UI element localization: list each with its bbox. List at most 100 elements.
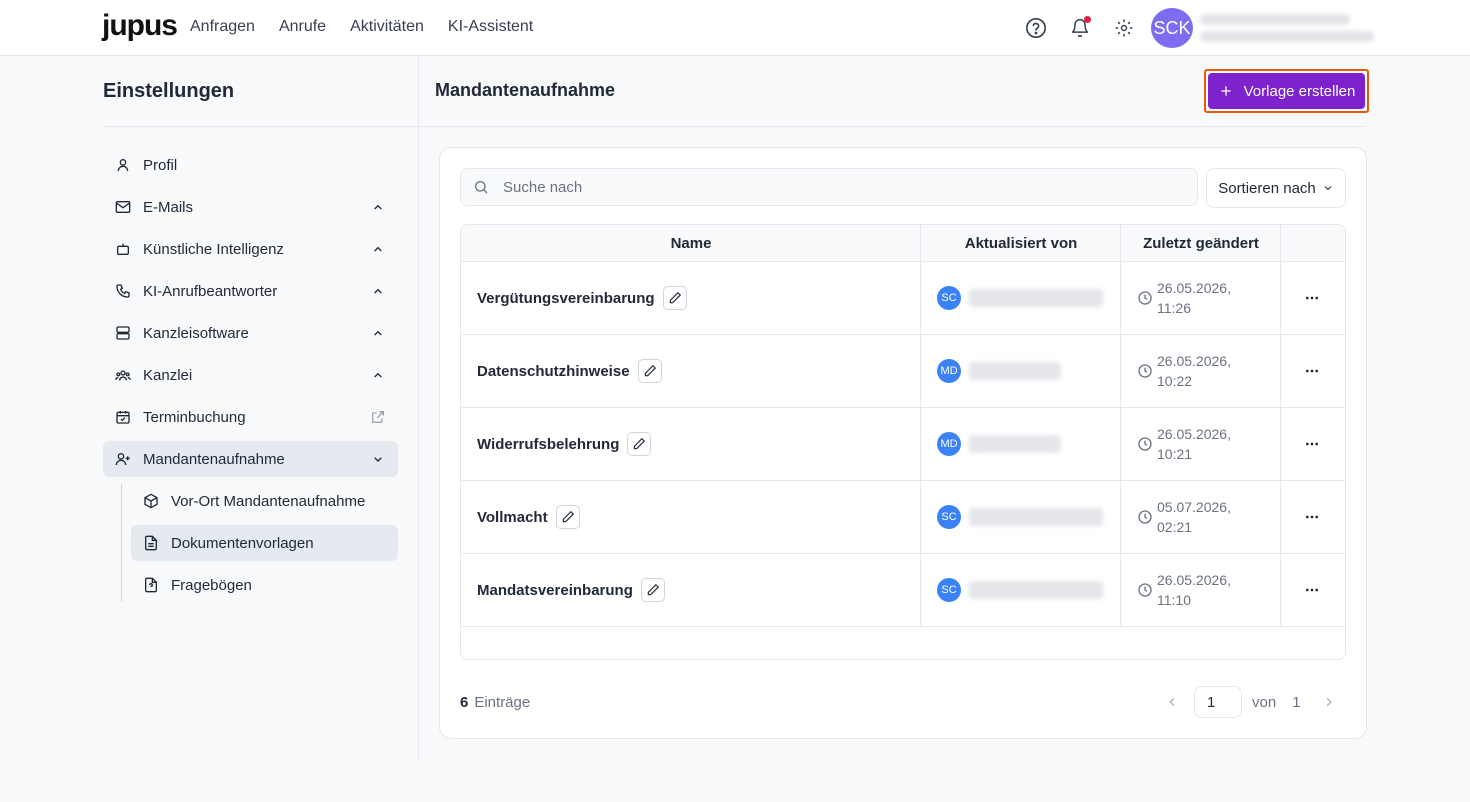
table-row[interactable]: Mandatsvereinbarung SC 26.05.2026, 11:10 — [461, 554, 1345, 627]
table-row[interactable]: Vergütungsvereinbarung SC 26.05.2026, 11:… — [461, 262, 1345, 335]
templates-card: Sortieren nach Name Aktualisiert von Zul… — [439, 147, 1367, 739]
pencil-icon — [634, 437, 646, 450]
sidebar-item-label: KI-Anrufbeantworter — [143, 282, 278, 300]
bot-icon — [115, 241, 131, 257]
user-info-redacted[interactable] — [1200, 14, 1374, 44]
sidebar-subitem-dokumentenvorlagen[interactable]: Dokumentenvorlagen — [131, 525, 398, 561]
sidebar-item-profil[interactable]: Profil — [103, 147, 398, 183]
help-icon[interactable] — [1024, 16, 1048, 40]
search-field[interactable] — [460, 168, 1198, 206]
sidebar-item-label: Terminbuchung — [143, 408, 246, 426]
more-actions-button[interactable] — [1297, 286, 1327, 310]
more-horizontal-icon — [1306, 369, 1318, 373]
template-name[interactable]: Vergütungsvereinbarung — [477, 290, 655, 307]
date-value: 26.05.2026, — [1157, 353, 1231, 369]
sidebar-item-ki[interactable]: Künstliche Intelligenz — [103, 231, 398, 267]
template-name[interactable]: Vollmacht — [477, 509, 548, 526]
sidebar-subitem-label: Dokumentenvorlagen — [171, 534, 314, 552]
gear-icon[interactable] — [1112, 16, 1136, 40]
template-name[interactable]: Widerrufsbelehrung — [477, 436, 619, 453]
bell-icon[interactable] — [1068, 16, 1092, 40]
user-name-redacted — [969, 362, 1061, 380]
sidebar-item-label: Kanzlei — [143, 366, 193, 384]
page-input[interactable] — [1194, 686, 1242, 718]
users-icon — [115, 367, 131, 383]
sidebar-title: Einstellungen — [103, 80, 235, 102]
pencil-icon — [562, 510, 574, 523]
clock-icon — [1138, 291, 1152, 305]
more-actions-button[interactable] — [1297, 432, 1327, 456]
pencil-icon — [647, 583, 659, 596]
column-header-updated-by[interactable]: Aktualisiert von — [921, 225, 1121, 262]
sidebar-item-ki-anrufbeantworter[interactable]: KI-Anrufbeantworter — [103, 273, 398, 309]
nav-anfragen[interactable]: Anfragen — [190, 18, 255, 36]
entry-count-label: Einträge — [474, 694, 531, 711]
nav-aktivitaeten[interactable]: Aktivitäten — [350, 18, 424, 36]
package-icon — [143, 493, 159, 509]
phone-icon — [115, 283, 131, 299]
pencil-icon — [669, 291, 681, 304]
sidebar-item-mandantenaufnahme[interactable]: Mandantenaufnahme — [103, 441, 398, 477]
sidebar-subitem-frageboegen[interactable]: Fragebögen — [131, 567, 398, 603]
sidebar-item-kanzlei[interactable]: Kanzlei — [103, 357, 398, 393]
sidebar-subitem-vor-ort[interactable]: Vor-Ort Mandantenaufnahme — [131, 483, 398, 519]
user-name-redacted — [969, 581, 1103, 599]
sidebar-item-kanzleisoftware[interactable]: Kanzleisoftware — [103, 315, 398, 351]
time-value: 10:22 — [1157, 373, 1193, 389]
time-value: 02:21 — [1157, 519, 1193, 535]
chevron-up-icon — [374, 288, 382, 294]
user-badge: MD — [937, 432, 961, 456]
user-badge: SC — [937, 286, 961, 310]
date-value: 26.05.2026, — [1157, 280, 1231, 296]
user-badge: SC — [937, 505, 961, 529]
mail-icon — [115, 199, 131, 215]
table-row[interactable]: Datenschutzhinweise MD 26.05.2026, 10:22 — [461, 335, 1345, 408]
more-horizontal-icon — [1306, 296, 1318, 300]
sidebar-item-label: E-Mails — [143, 198, 194, 216]
templates-table: Name Aktualisiert von Zuletzt geändert V… — [460, 224, 1346, 660]
user-name-redacted — [969, 289, 1103, 307]
column-header-name[interactable]: Name — [461, 225, 921, 262]
more-horizontal-icon — [1306, 515, 1318, 519]
nav-anrufe[interactable]: Anrufe — [279, 18, 326, 36]
sidebar-item-emails[interactable]: E-Mails — [103, 189, 398, 225]
template-name[interactable]: Mandatsvereinbarung — [477, 582, 633, 599]
prev-page-button[interactable] — [1160, 690, 1184, 714]
more-actions-button[interactable] — [1297, 505, 1327, 529]
more-actions-button[interactable] — [1297, 578, 1327, 602]
sort-label: Sortieren nach — [1218, 179, 1316, 197]
edit-name-button[interactable] — [640, 578, 665, 602]
edit-name-button[interactable] — [637, 359, 662, 383]
sidebar-item-label: Kanzleisoftware — [143, 324, 249, 342]
clock-icon — [1138, 583, 1152, 597]
divider — [103, 126, 418, 127]
table-row[interactable]: Widerrufsbelehrung MD 26.05.2026, 10:21 — [461, 408, 1345, 481]
create-template-button[interactable]: Vorlage erstellen — [1204, 69, 1369, 113]
search-input[interactable] — [503, 178, 1153, 196]
sidebar-subitem-label: Vor-Ort Mandantenaufnahme — [171, 492, 366, 510]
entry-count-value: 6 — [460, 694, 469, 711]
search-icon — [475, 181, 488, 194]
more-horizontal-icon — [1306, 588, 1318, 592]
edit-name-button[interactable] — [555, 505, 580, 529]
submenu-line — [121, 484, 122, 602]
table-row[interactable]: Vollmacht SC 05.07.2026, 02:21 — [461, 481, 1345, 554]
template-name[interactable]: Datenschutzhinweise — [477, 363, 630, 380]
column-header-last-changed[interactable]: Zuletzt geändert — [1121, 225, 1281, 262]
sort-dropdown[interactable]: Sortieren nach — [1206, 168, 1346, 208]
edit-name-button[interactable] — [627, 432, 652, 456]
avatar[interactable]: SCK — [1151, 8, 1193, 48]
clock-icon — [1138, 364, 1152, 378]
file-question-icon — [143, 577, 159, 593]
time-value: 10:21 — [1157, 446, 1193, 462]
divider — [419, 126, 1366, 127]
app-logo[interactable]: jupus — [102, 9, 178, 43]
date-value: 26.05.2026, — [1157, 426, 1231, 442]
edit-name-button[interactable] — [662, 286, 687, 310]
sidebar-item-terminbuchung[interactable]: Terminbuchung — [103, 399, 398, 435]
more-actions-button[interactable] — [1297, 359, 1327, 383]
nav-ki-assistent[interactable]: KI-Assistent — [448, 18, 533, 36]
chevron-down-icon — [1324, 186, 1332, 191]
next-page-button[interactable] — [1317, 690, 1341, 714]
sidebar-item-label: Künstliche Intelligenz — [143, 240, 284, 258]
